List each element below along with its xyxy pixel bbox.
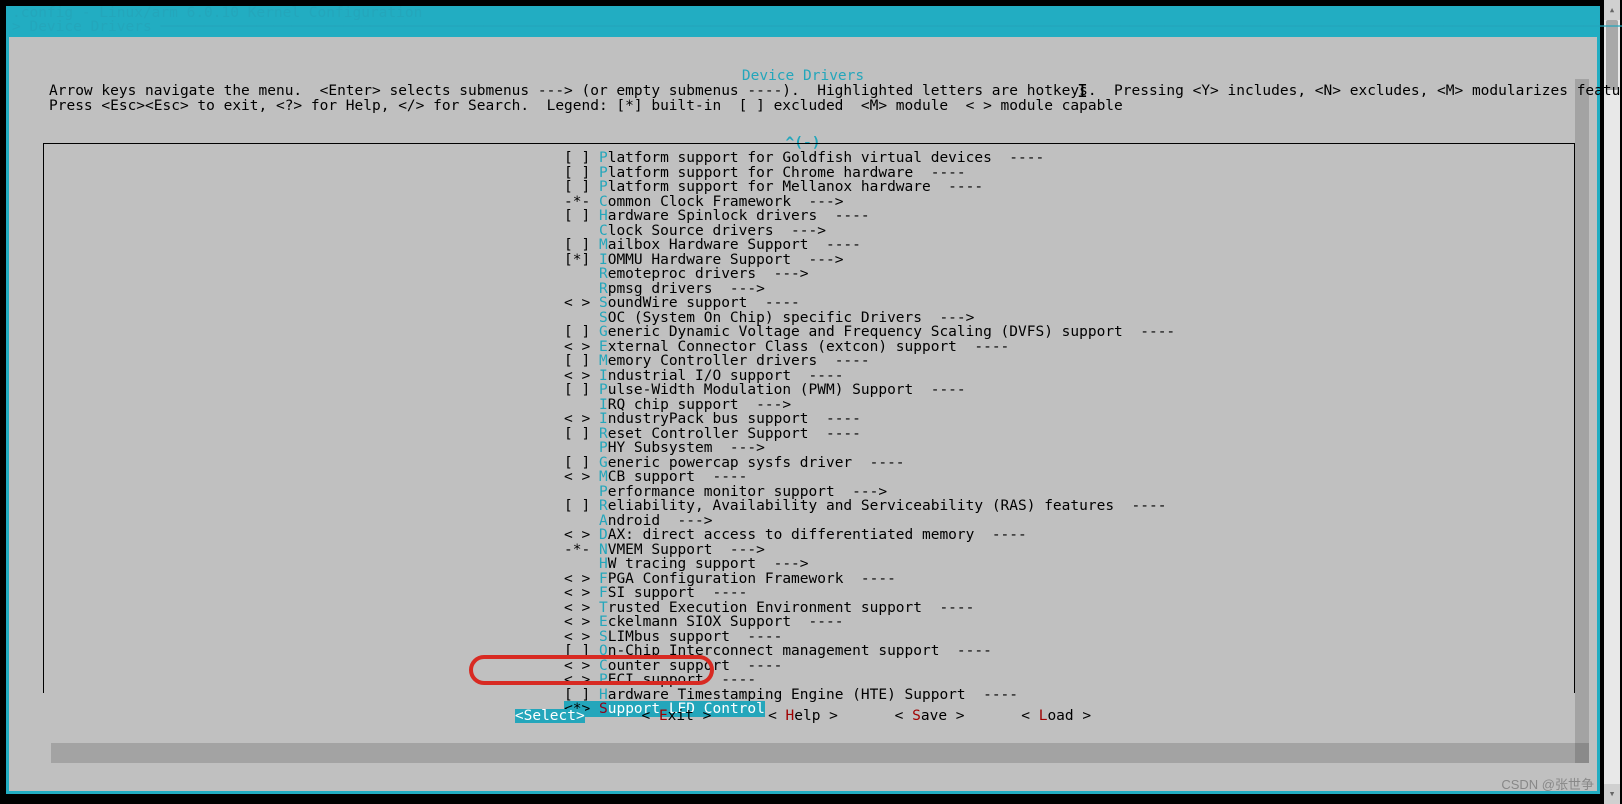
menu-item[interactable]: [ ] Reliability, Availability and Servic… — [49, 499, 1569, 514]
menu-item[interactable]: Performance monitor support ---> — [49, 485, 1569, 500]
menu-item[interactable]: [ ] Platform support for Mellanox hardwa… — [49, 180, 1569, 195]
scroll-up-icon[interactable]: ▴ — [1604, 0, 1620, 20]
drop-shadow-bottom — [51, 743, 1589, 763]
menu-item[interactable]: < > FSI support ---- — [49, 586, 1569, 601]
browser-scrollbar[interactable]: ▴ ▾ — [1604, 0, 1620, 804]
exit-hotkey: E — [659, 708, 668, 724]
help-button[interactable]: < Help > — [768, 709, 838, 724]
save-button[interactable]: < Save > — [895, 709, 965, 724]
breadcrumb: > Device Drivers ───────────────────────… — [12, 20, 1622, 35]
text-cursor-icon: I — [1077, 85, 1088, 100]
menu-item[interactable]: Rpmsg drivers ---> — [49, 282, 1569, 297]
menu-item[interactable]: < > Eckelmann SIOX Support ---- — [49, 615, 1569, 630]
menu-item[interactable]: SOC (System On Chip) specific Drivers --… — [49, 311, 1569, 326]
menu-item[interactable]: Android ---> — [49, 514, 1569, 529]
menu-item[interactable]: < > SLIMbus support ---- — [49, 630, 1569, 645]
load-hotkey: L — [1039, 708, 1048, 724]
menu-item[interactable]: < > SoundWire support ---- — [49, 296, 1569, 311]
instructions-line-2: Press <Esc><Esc> to exit, <?> for Help, … — [49, 99, 1557, 114]
scroll-down-icon[interactable]: ▾ — [1604, 784, 1620, 804]
menu-list[interactable]: [ ] Platform support for Goldfish virtua… — [49, 151, 1569, 687]
menu-item[interactable]: [ ] Platform support for Goldfish virtua… — [49, 151, 1569, 166]
menu-item[interactable]: -*- Common Clock Framework ---> — [49, 195, 1569, 210]
button-bar: <Select> < Exit > < Help > < Save > < Lo… — [9, 709, 1597, 724]
load-button[interactable]: < Load > — [1021, 709, 1091, 724]
menu-item[interactable]: [ ] Memory Controller drivers ---- — [49, 354, 1569, 369]
terminal-window: .config - Linux/arm 6.0.10 Kernel Config… — [6, 6, 1600, 794]
menu-item[interactable]: [ ] On-Chip Interconnect management supp… — [49, 644, 1569, 659]
menu-item[interactable]: < > DAX: direct access to differentiated… — [49, 528, 1569, 543]
menu-item[interactable]: < > Industrial I/O support ---- — [49, 369, 1569, 384]
menu-item[interactable]: [ ] Platform support for Chrome hardware… — [49, 166, 1569, 181]
menu-item[interactable]: Remoteproc drivers ---> — [49, 267, 1569, 282]
select-button[interactable]: <Select> — [515, 709, 585, 724]
menu-item[interactable]: [ ] Generic powercap sysfs driver ---- — [49, 456, 1569, 471]
menu-item[interactable]: [ ] Pulse-Width Modulation (PWM) Support… — [49, 383, 1569, 398]
menu-item[interactable]: < > FPGA Configuration Framework ---- — [49, 572, 1569, 587]
instructions-line-1: Arrow keys navigate the menu. <Enter> se… — [49, 84, 1557, 99]
menu-item[interactable]: < > Counter support ---- — [49, 659, 1569, 674]
menu-item[interactable]: PHY Subsystem ---> — [49, 441, 1569, 456]
menu-item[interactable]: [ ] Generic Dynamic Voltage and Frequenc… — [49, 325, 1569, 340]
menu-item[interactable]: [*] IOMMU Hardware Support ---> — [49, 253, 1569, 268]
menu-item[interactable]: [ ] Reset Controller Support ---- — [49, 427, 1569, 442]
watermark: CSDN @张世争 — [1501, 778, 1594, 793]
menu-title: Device Drivers — [9, 69, 1597, 84]
menu-item[interactable]: < > IndustryPack bus support ---- — [49, 412, 1569, 427]
drop-shadow-right — [1575, 79, 1589, 763]
menu-item[interactable]: Clock Source drivers ---> — [49, 224, 1569, 239]
help-hotkey: H — [786, 708, 795, 724]
menu-item[interactable]: < > External Connector Class (extcon) su… — [49, 340, 1569, 355]
menu-item[interactable]: HW tracing support ---> — [49, 557, 1569, 572]
exit-button[interactable]: < Exit > — [641, 709, 711, 724]
menu-item[interactable]: [ ] Hardware Timestamping Engine (HTE) S… — [49, 688, 1569, 703]
menu-item[interactable]: < > PECI support ---- — [49, 673, 1569, 688]
menu-item[interactable]: [ ] Hardware Spinlock drivers ---- — [49, 209, 1569, 224]
menu-item[interactable]: < > Trusted Execution Environment suppor… — [49, 601, 1569, 616]
menu-item[interactable]: < > MCB support ---- — [49, 470, 1569, 485]
menu-item[interactable]: [ ] Mailbox Hardware Support ---- — [49, 238, 1569, 253]
menu-item[interactable]: -*- NVMEM Support ---> — [49, 543, 1569, 558]
save-hotkey: S — [912, 708, 921, 724]
menu-item[interactable]: IRQ chip support ---> — [49, 398, 1569, 413]
